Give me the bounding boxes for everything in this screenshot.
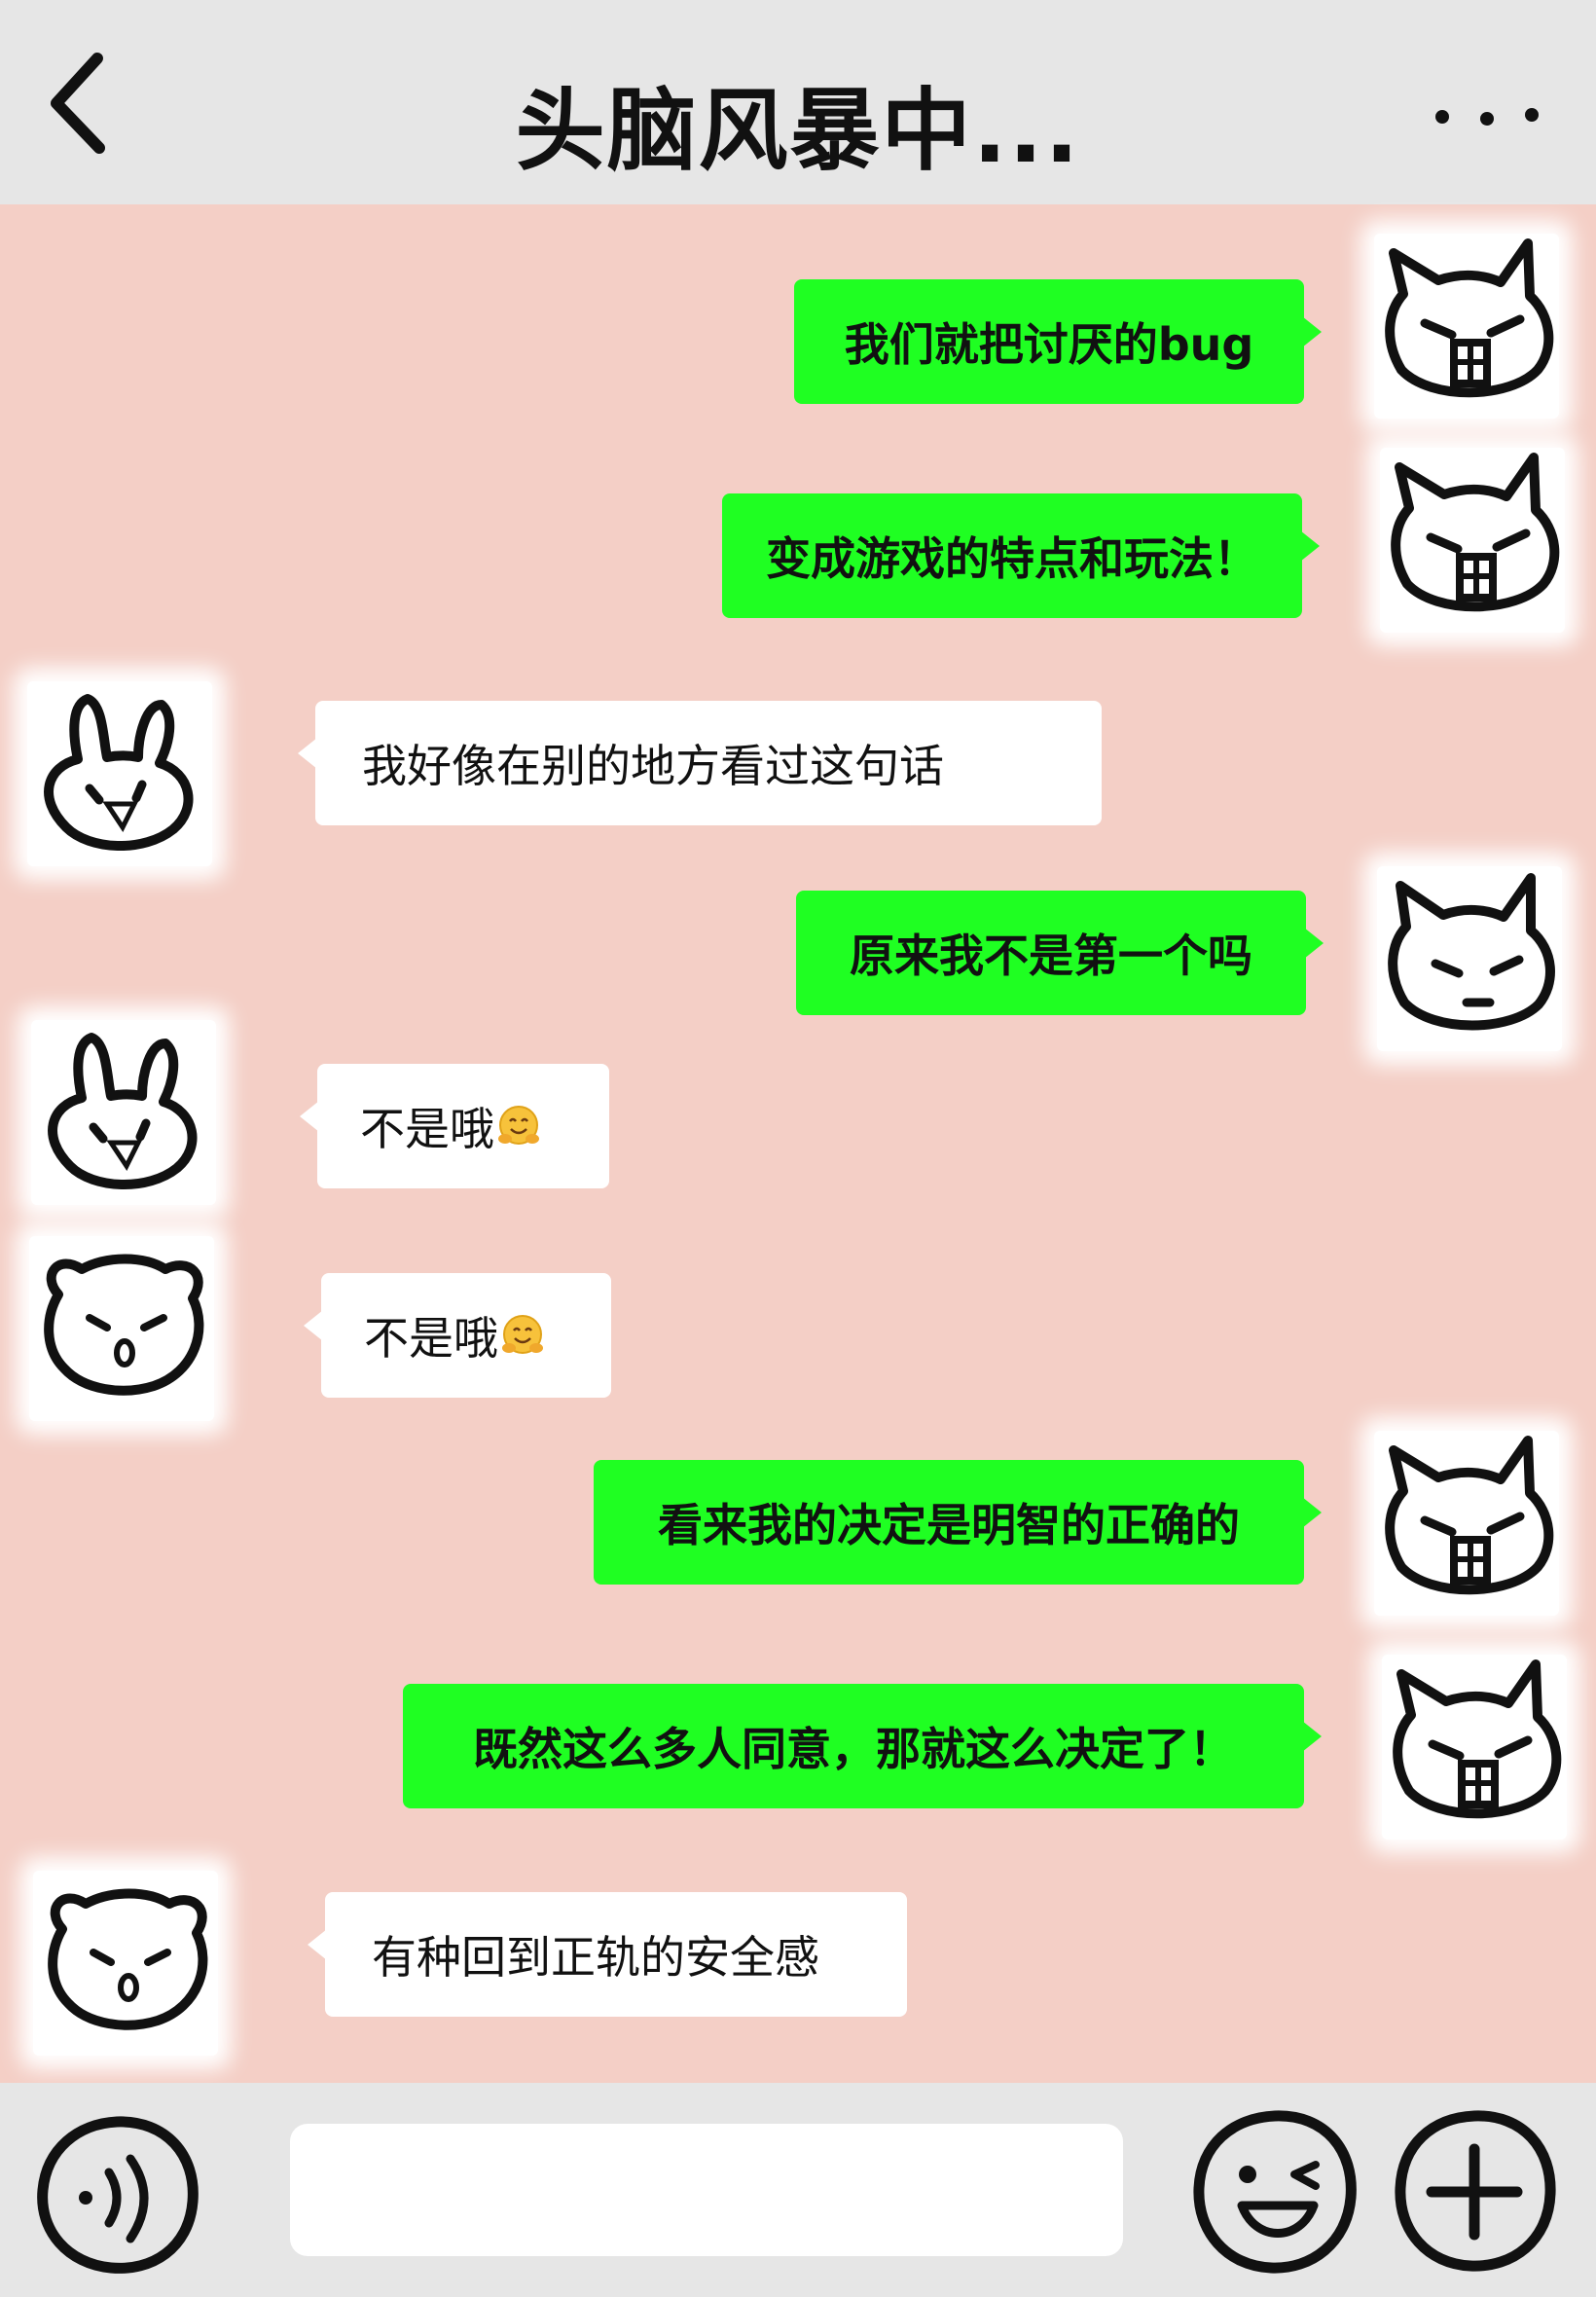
bear-avatar[interactable] — [29, 1236, 214, 1421]
message-bubble-outgoing[interactable]: 我们就把讨厌的bug — [794, 279, 1322, 404]
message-bubble-incoming[interactable]: 有种回到正轨的安全感 — [308, 1892, 907, 2017]
chat-header: 头脑风暴中... — [0, 0, 1596, 204]
bear-icon — [44, 1254, 204, 1396]
rabbit-icon — [48, 1033, 198, 1189]
message-text: 原来我不是第一个吗 — [850, 930, 1252, 982]
message-bubble-outgoing[interactable]: 原来我不是第一个吗 — [796, 891, 1324, 1015]
cat-calm-avatar[interactable] — [1377, 866, 1562, 1051]
cat-angry-icon — [1391, 453, 1560, 612]
message-bubble-outgoing[interactable]: 看来我的决定是明智的正确的 — [594, 1460, 1322, 1585]
input-bar — [0, 2083, 1596, 2297]
rabbit-avatar[interactable] — [31, 1020, 216, 1205]
hugging-face-emoji-icon — [498, 1106, 539, 1145]
message-text: 有种回到正轨的安全感 — [372, 1931, 819, 1984]
cat-angry-avatar[interactable] — [1374, 1431, 1559, 1616]
message-text: 变成游戏的特点和玩法！ — [766, 532, 1258, 585]
message-text: 不是哦 — [364, 1312, 498, 1365]
rabbit-avatar[interactable] — [27, 681, 212, 866]
message-text: 不是哦 — [360, 1103, 494, 1155]
cat-angry-avatar[interactable] — [1382, 1655, 1567, 1840]
message-input[interactable] — [290, 2124, 1123, 2256]
voice-icon[interactable] — [29, 2112, 204, 2278]
message-bubble-incoming[interactable]: 不是哦 — [300, 1064, 609, 1188]
message-bubble-incoming[interactable]: 我好像在别的地方看过这句话 — [298, 701, 1102, 825]
rabbit-icon — [44, 694, 194, 851]
message-text: 看来我的决定是明智的正确的 — [658, 1499, 1240, 1551]
message-bubble-outgoing[interactable]: 既然这么多人同意，那就这么决定了！ — [403, 1684, 1322, 1808]
bear-icon — [48, 1888, 208, 2030]
message-text: 我们就把讨厌的bug — [844, 318, 1254, 371]
more-dots-icon[interactable] — [1431, 97, 1547, 136]
message-text: 既然这么多人同意，那就这么决定了！ — [473, 1723, 1234, 1775]
cat-calm-icon — [1388, 873, 1555, 1031]
cat-angry-avatar[interactable] — [1374, 234, 1559, 419]
hugging-face-emoji-icon — [502, 1315, 543, 1354]
message-bubble-outgoing[interactable]: 变成游戏的特点和玩法！ — [722, 493, 1320, 618]
wink-emoji-icon[interactable] — [1187, 2104, 1362, 2279]
chat-title: 头脑风暴中... — [515, 79, 1081, 183]
cat-angry-avatar[interactable] — [1380, 448, 1565, 633]
cat-angry-icon — [1393, 1659, 1562, 1819]
cat-angry-icon — [1385, 238, 1554, 398]
plus-icon[interactable] — [1387, 2104, 1562, 2279]
message-bubble-incoming[interactable]: 不是哦 — [304, 1273, 611, 1398]
message-text: 我好像在别的地方看过这句话 — [362, 740, 944, 792]
cat-angry-icon — [1385, 1436, 1554, 1595]
bear-avatar[interactable] — [33, 1871, 218, 2056]
